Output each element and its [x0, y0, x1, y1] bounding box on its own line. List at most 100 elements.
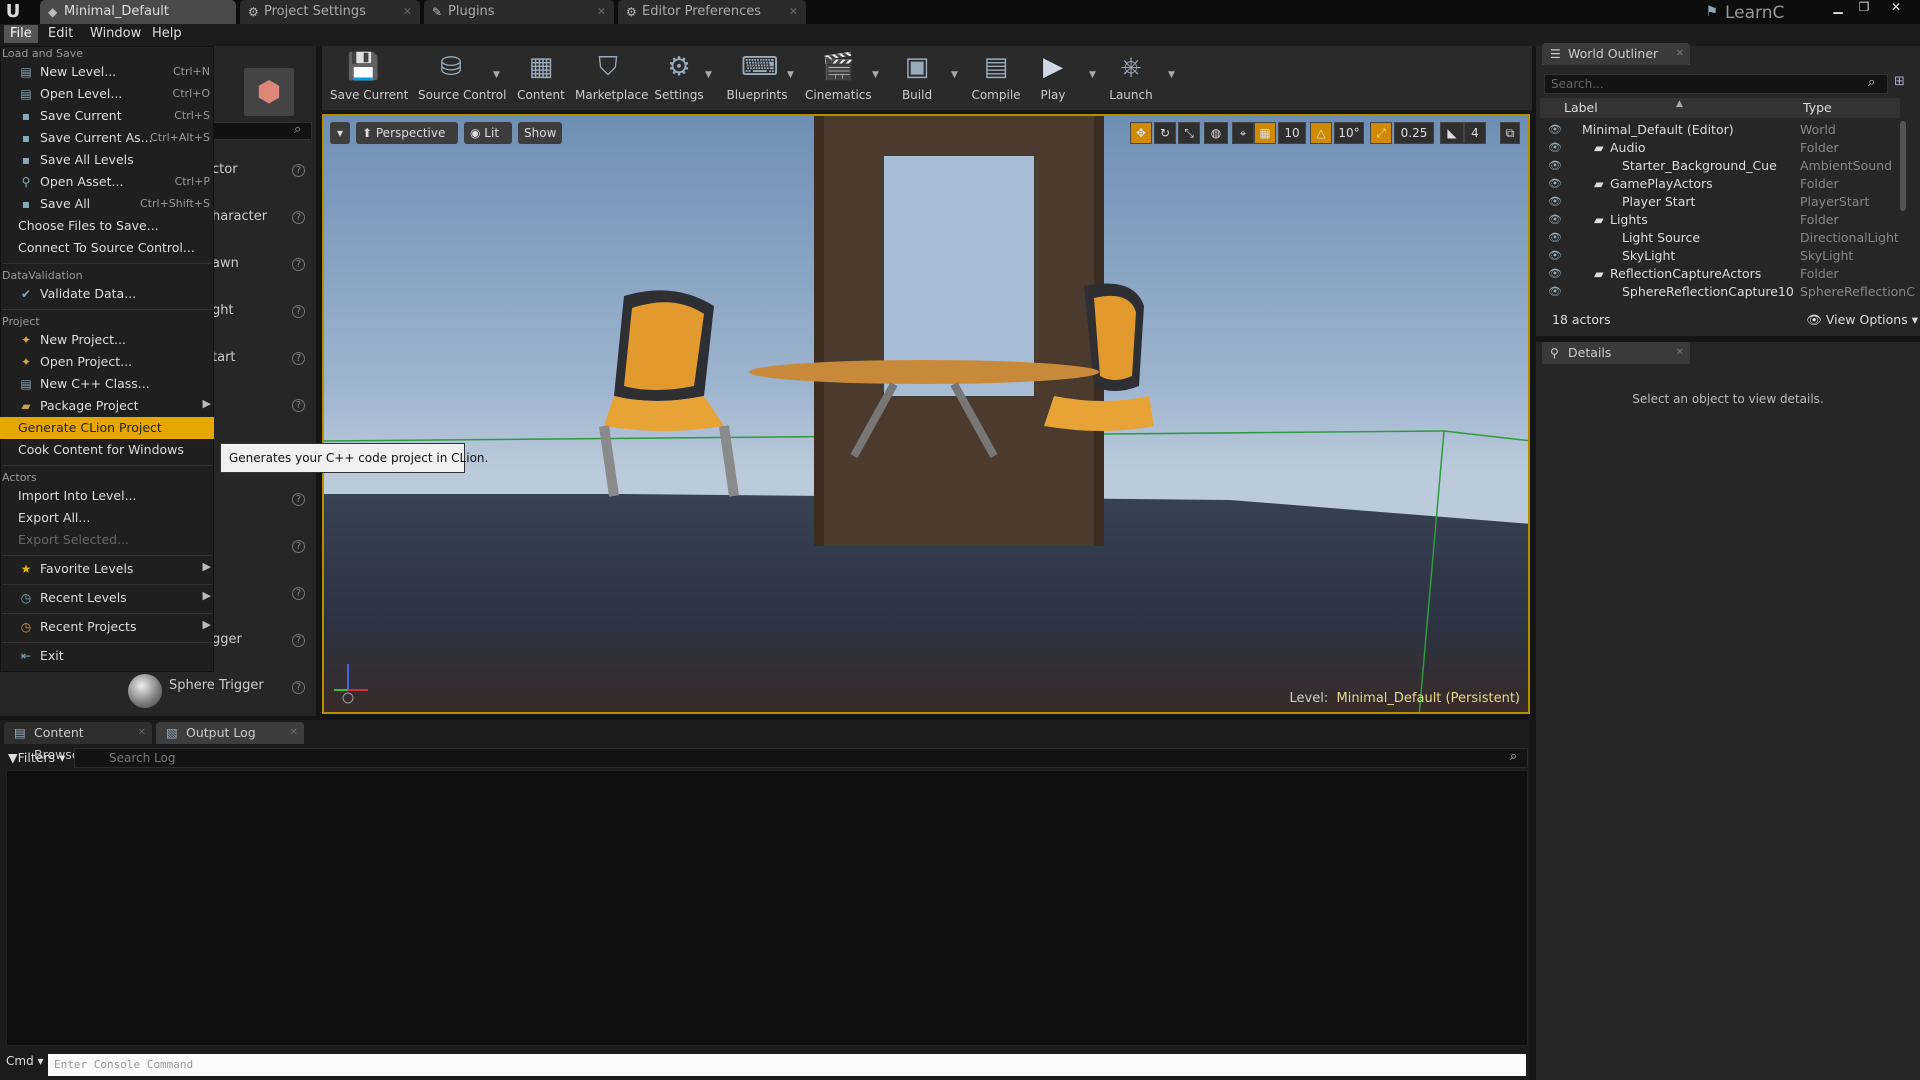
help-icon[interactable]: ? — [292, 164, 305, 177]
cinematics-dropdown-icon[interactable]: ▼ — [872, 70, 879, 80]
help-icon[interactable]: ? — [292, 399, 305, 412]
help-icon[interactable]: ? — [292, 634, 305, 647]
rotation-snap-value[interactable]: 10° — [1334, 122, 1364, 144]
play-dropdown-icon[interactable]: ▼ — [1089, 70, 1096, 80]
search-icon[interactable]: ⌕ — [1510, 749, 1517, 764]
output-log-area[interactable] — [6, 770, 1528, 1046]
lit-button[interactable]: ◉ Lit — [464, 122, 512, 144]
eye-icon[interactable]: 👁 — [1548, 121, 1562, 139]
help-icon[interactable]: ? — [292, 305, 305, 318]
rotate-icon[interactable]: ↻ — [1154, 122, 1176, 144]
help-icon[interactable]: ? — [292, 540, 305, 553]
place-item-character[interactable]: haracter — [212, 209, 267, 224]
viewport-options-dropdown[interactable]: ▾ — [330, 122, 350, 144]
learn-label[interactable]: LearnC — [1725, 2, 1795, 24]
menu-item-open-project[interactable]: ✦ Open Project... — [0, 351, 214, 373]
scale-icon[interactable]: ⤡ — [1178, 122, 1200, 144]
rotation-snap-icon[interactable]: △ — [1310, 122, 1332, 144]
eye-icon[interactable]: 👁 — [1548, 265, 1562, 283]
outliner-row[interactable]: 👁 Player Start PlayerStart — [1548, 193, 1898, 211]
build-dropdown-icon[interactable]: ▼ — [951, 70, 958, 80]
eye-icon[interactable]: 👁 — [1548, 193, 1562, 211]
menu-item-package-project[interactable]: ▰ Package Project ▶ — [0, 395, 214, 417]
settings-dropdown-icon[interactable]: ▼ — [705, 70, 712, 80]
column-label[interactable]: Label — [1564, 100, 1598, 115]
place-item-pawn[interactable]: awn — [212, 256, 239, 271]
menu-item-import-into-level[interactable]: Import Into Level... — [0, 485, 214, 507]
search-icon[interactable]: ⌕ — [1868, 75, 1875, 90]
menu-edit[interactable]: Edit — [42, 25, 79, 43]
close-icon[interactable]: ✕ — [1676, 342, 1684, 364]
tab-content-browser[interactable]: ▤ Content Browser ✕ — [4, 722, 152, 762]
menu-help[interactable]: Help — [146, 25, 188, 43]
blueprints-button[interactable]: ⌨ Blueprints — [724, 48, 790, 106]
outliner-row[interactable]: 👁 ▰ Audio Folder — [1548, 139, 1898, 157]
menu-item-new-level[interactable]: ▤ New Level... Ctrl+N — [0, 61, 214, 83]
source-control-button[interactable]: ⛁ Source Control — [418, 48, 506, 106]
sort-icon[interactable]: ▲ — [1676, 99, 1683, 109]
unreal-logo-icon[interactable]: U — [2, 1, 24, 23]
save-current-button[interactable]: 💾 Save Current — [330, 48, 408, 106]
menu-item-save-current-as[interactable]: ▪ Save Current As... Ctrl+Alt+S — [0, 127, 214, 149]
menu-item-save-all[interactable]: ▪ Save All Ctrl+Shift+S — [0, 193, 214, 215]
menu-item-generate-clion-project[interactable]: Generate CLion Project — [0, 417, 214, 439]
eye-icon[interactable]: 👁 — [1548, 211, 1562, 229]
place-item-player-start[interactable]: tart — [212, 350, 236, 365]
outliner-row[interactable]: 👁 SkyLight SkyLight — [1548, 247, 1898, 265]
help-icon[interactable]: ? — [292, 493, 305, 506]
tab-plugins[interactable]: ✎ Plugins ✕ — [424, 0, 614, 24]
console-command-input[interactable]: Enter Console Command — [48, 1054, 1526, 1076]
launch-dropdown-icon[interactable]: ▼ — [1168, 70, 1175, 80]
tab-world-outliner[interactable]: ☰ World Outliner ✕ — [1542, 43, 1690, 65]
close-icon[interactable]: ✕ — [597, 0, 606, 24]
eye-icon[interactable]: 👁 — [1548, 157, 1562, 175]
menu-item-save-all-levels[interactable]: ▪ Save All Levels — [0, 149, 214, 171]
content-button[interactable]: ▦ Content — [508, 48, 574, 106]
view-options-button[interactable]: 👁 View Options ▾ — [1806, 312, 1918, 328]
camera-speed-value[interactable]: 4 — [1464, 122, 1486, 144]
menu-item-recent-levels[interactable]: ◷ Recent Levels ▶ — [0, 587, 214, 609]
build-button[interactable]: ▣ Build — [884, 48, 950, 106]
camera-speed-icon[interactable]: ◣ — [1440, 122, 1464, 144]
marketplace-button[interactable]: ⛉ Marketplace — [575, 48, 649, 106]
outliner-search-input[interactable]: Search... — [1544, 74, 1888, 94]
outliner-row[interactable]: 👁 Light Source DirectionalLight — [1548, 229, 1899, 247]
level-viewport[interactable]: ▾ ⬆ Perspective ◉ Lit Show ✥ ↻ ⤡ ◍ ⌖ ▦ 1… — [322, 114, 1530, 714]
menu-item-validate-data[interactable]: ✔ Validate Data... — [0, 283, 214, 305]
pin-icon[interactable]: ⊞ — [1894, 74, 1905, 89]
settings-button[interactable]: ⚙ Settings — [646, 48, 712, 106]
eye-icon[interactable]: 👁 — [1548, 229, 1562, 247]
outliner-row[interactable]: 👁 Minimal_Default (Editor) World — [1548, 121, 1898, 139]
outliner-scrollbar[interactable] — [1900, 121, 1906, 211]
menu-item-new-cpp-class[interactable]: ▤ New C++ Class... — [0, 373, 214, 395]
menu-file[interactable]: File — [4, 25, 38, 43]
scale-snap-value[interactable]: 0.25 — [1394, 122, 1434, 144]
close-icon[interactable]: ✕ — [789, 0, 798, 24]
close-window-icon[interactable]: ✕ — [1884, 0, 1908, 14]
source-control-dropdown-icon[interactable]: ▼ — [493, 70, 500, 80]
help-icon[interactable]: ? — [292, 681, 305, 694]
help-icon[interactable]: ? — [292, 352, 305, 365]
scale-snap-icon[interactable]: ⤢ — [1370, 122, 1392, 144]
menu-item-export-all[interactable]: Export All... — [0, 507, 214, 529]
eye-icon[interactable]: 👁 — [1548, 175, 1562, 193]
column-type[interactable]: Type — [1803, 100, 1832, 115]
tab-output-log[interactable]: ▧ Output Log ✕ — [156, 722, 304, 744]
help-icon[interactable]: ? — [292, 211, 305, 224]
menu-item-exit[interactable]: ⇤ Exit — [0, 645, 214, 667]
eye-icon[interactable]: 👁 — [1548, 139, 1562, 157]
outliner-row[interactable]: 👁 Starter_Background_Cue AmbientSound — [1548, 157, 1898, 175]
search-icon[interactable]: ⌕ — [294, 122, 301, 137]
outliner-row[interactable]: 👁 SphereReflectionCapture10 SphereReflecti… — [1548, 283, 1915, 301]
cinematics-button[interactable]: 🎬 Cinematics — [805, 48, 872, 106]
menu-item-choose-files[interactable]: Choose Files to Save... — [0, 215, 214, 237]
place-item-sphere-trigger[interactable]: Sphere Trigger — [169, 678, 264, 693]
outliner-row[interactable]: 👁 ▰ Lights Folder — [1548, 211, 1898, 229]
blueprints-dropdown-icon[interactable]: ▼ — [787, 70, 794, 80]
close-icon[interactable]: ✕ — [403, 0, 412, 24]
perspective-button[interactable]: ⬆ Perspective — [356, 122, 458, 144]
close-icon[interactable]: ✕ — [138, 722, 146, 744]
place-item-box-trigger[interactable]: gger — [212, 632, 242, 647]
place-item-actor[interactable]: ctor — [212, 162, 238, 177]
menu-item-recent-projects[interactable]: ◷ Recent Projects ▶ — [0, 616, 214, 638]
